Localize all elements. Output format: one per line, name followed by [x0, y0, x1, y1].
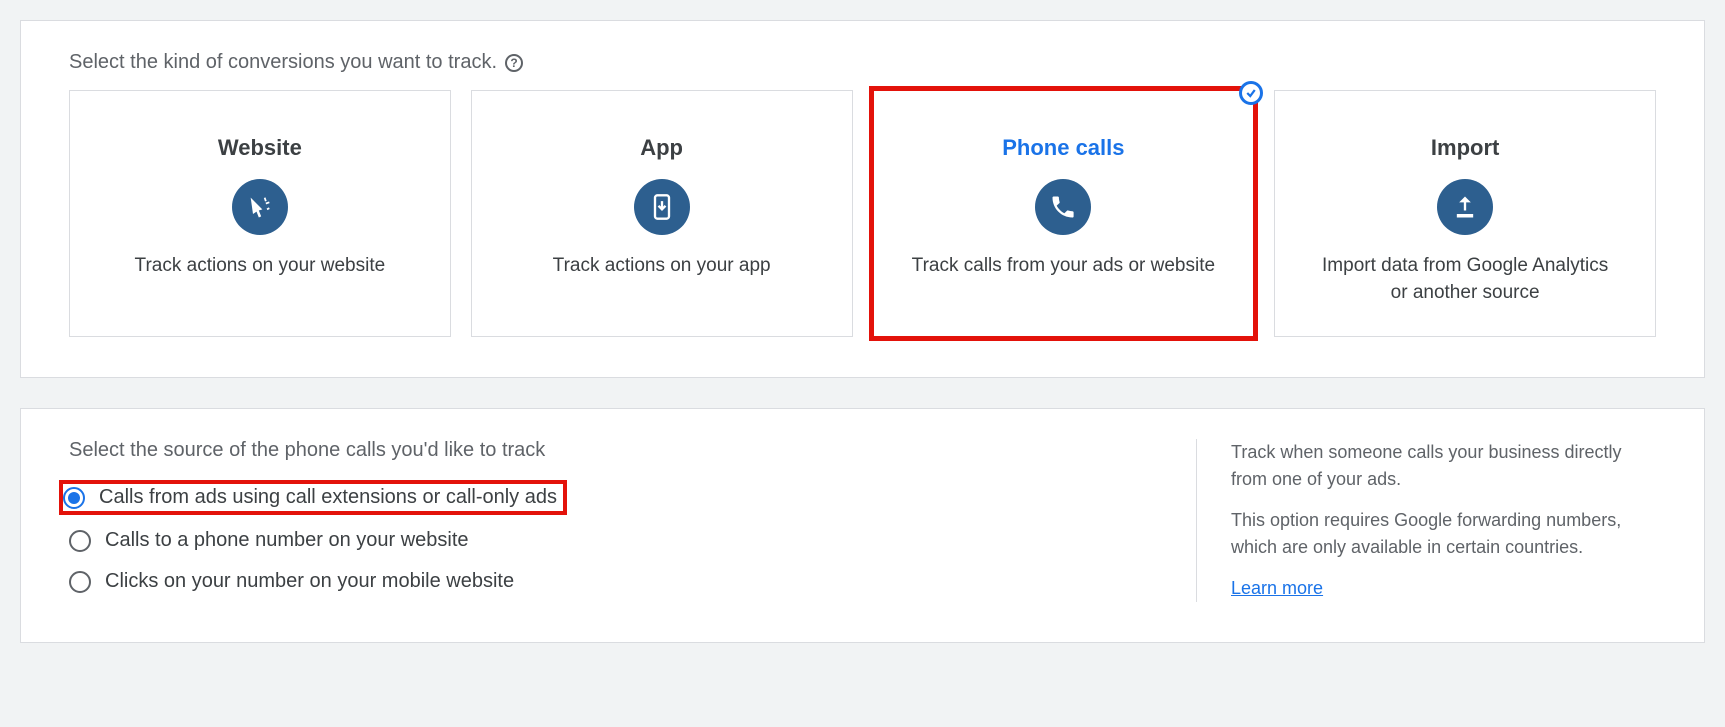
- card-title: App: [640, 135, 683, 161]
- card-desc: Import data from Google Analytics or ano…: [1312, 253, 1618, 306]
- conversion-kind-prompt: Select the kind of conversions you want …: [69, 51, 497, 74]
- phone-call-source-panel: Select the source of the phone calls you…: [20, 408, 1705, 643]
- radio-label: Clicks on your number on your mobile web…: [105, 570, 514, 593]
- card-desc: Track actions on your website: [135, 253, 386, 280]
- card-title: Phone calls: [1002, 135, 1124, 161]
- conversion-card-import[interactable]: Import Import data from Google Analytics…: [1274, 90, 1656, 337]
- website-click-icon: [232, 179, 288, 235]
- upload-icon: [1437, 179, 1493, 235]
- radio-clicks-mobile-website[interactable]: Clicks on your number on your mobile web…: [69, 570, 514, 593]
- phone-icon: [1035, 179, 1091, 235]
- phone-call-source-prompt: Select the source of the phone calls you…: [69, 439, 1156, 462]
- app-download-icon: [634, 179, 690, 235]
- help-icon[interactable]: ?: [505, 54, 523, 72]
- radio-icon: [69, 571, 91, 593]
- conversion-card-app[interactable]: App Track actions on your app: [471, 90, 853, 337]
- radio-calls-to-website-number[interactable]: Calls to a phone number on your website: [69, 529, 469, 552]
- conversion-card-phone-calls[interactable]: Phone calls Track calls from your ads or…: [873, 90, 1255, 337]
- card-desc: Track actions on your app: [553, 253, 771, 280]
- info-paragraph-1: Track when someone calls your business d…: [1231, 439, 1656, 493]
- phone-call-source-options: Select the source of the phone calls you…: [69, 439, 1156, 602]
- radio-calls-from-ads[interactable]: Calls from ads using call extensions or …: [63, 484, 563, 511]
- card-title: Website: [218, 135, 302, 161]
- conversion-kind-panel: Select the kind of conversions you want …: [20, 20, 1705, 378]
- radio-label: Calls from ads using call extensions or …: [99, 486, 557, 509]
- radio-label: Calls to a phone number on your website: [105, 529, 469, 552]
- info-paragraph-2: This option requires Google forwarding n…: [1231, 507, 1656, 561]
- learn-more-link[interactable]: Learn more: [1231, 578, 1323, 598]
- check-badge-icon: [1239, 81, 1263, 105]
- card-title: Import: [1431, 135, 1499, 161]
- radio-icon: [63, 487, 85, 509]
- conversion-card-website[interactable]: Website Track actions on your website: [69, 90, 451, 337]
- phone-call-info: Track when someone calls your business d…: [1196, 439, 1656, 602]
- card-desc: Track calls from your ads or website: [912, 253, 1215, 280]
- radio-icon: [69, 530, 91, 552]
- conversion-kind-prompt-row: Select the kind of conversions you want …: [69, 51, 1656, 74]
- conversion-kind-cards: Website Track actions on your website Ap…: [69, 90, 1656, 337]
